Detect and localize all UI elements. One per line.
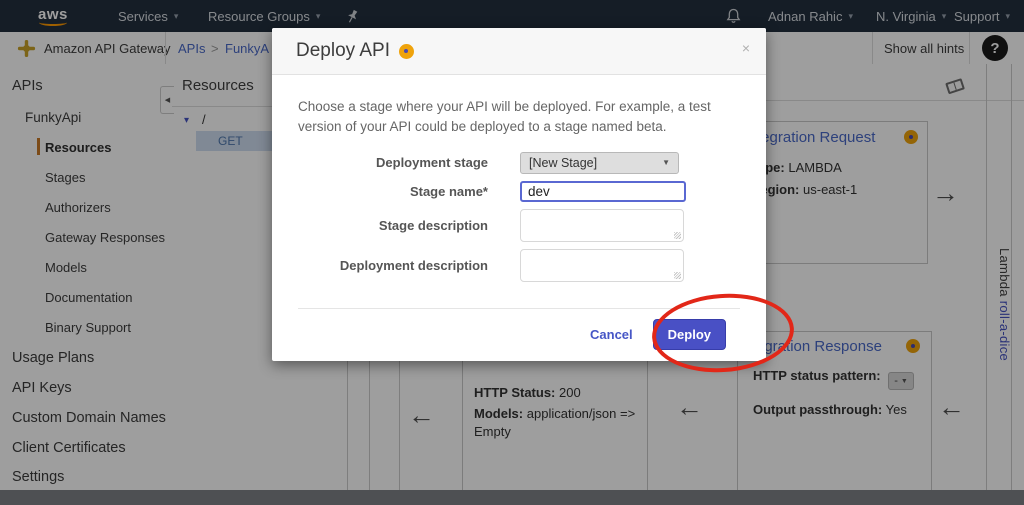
select-caret-icon: ▼ bbox=[662, 158, 670, 167]
stage-name-input[interactable] bbox=[520, 180, 686, 202]
deployment-description-textarea[interactable] bbox=[520, 248, 684, 282]
deployment-description-label: Deployment description bbox=[339, 257, 488, 273]
close-icon[interactable]: × bbox=[742, 40, 750, 56]
deployment-stage-row: Deployment stage [New Stage] ▼ bbox=[298, 151, 740, 174]
modal-description: Choose a stage where your API will be de… bbox=[298, 99, 711, 135]
modal-header: Deploy API × bbox=[272, 28, 766, 75]
cancel-button[interactable]: Cancel bbox=[590, 327, 633, 342]
stage-description-textarea[interactable] bbox=[520, 208, 684, 242]
stage-description-label: Stage description bbox=[378, 217, 488, 233]
hint-dot-icon[interactable] bbox=[399, 43, 414, 59]
stage-description-row: Stage description bbox=[298, 208, 740, 242]
stage-name-label: Stage name* bbox=[409, 183, 488, 199]
deployment-stage-select[interactable]: [New Stage] ▼ bbox=[520, 151, 679, 174]
stage-name-row: Stage name* bbox=[298, 180, 740, 202]
aws-console-screen: aws Services ▾ Resource Groups ▾ Adnan R… bbox=[0, 0, 1024, 505]
modal-title: Deploy API bbox=[296, 40, 390, 61]
deployment-description-row: Deployment description bbox=[298, 248, 740, 282]
deployment-stage-label: Deployment stage bbox=[376, 155, 488, 170]
deployment-stage-value: [New Stage] bbox=[529, 155, 598, 170]
